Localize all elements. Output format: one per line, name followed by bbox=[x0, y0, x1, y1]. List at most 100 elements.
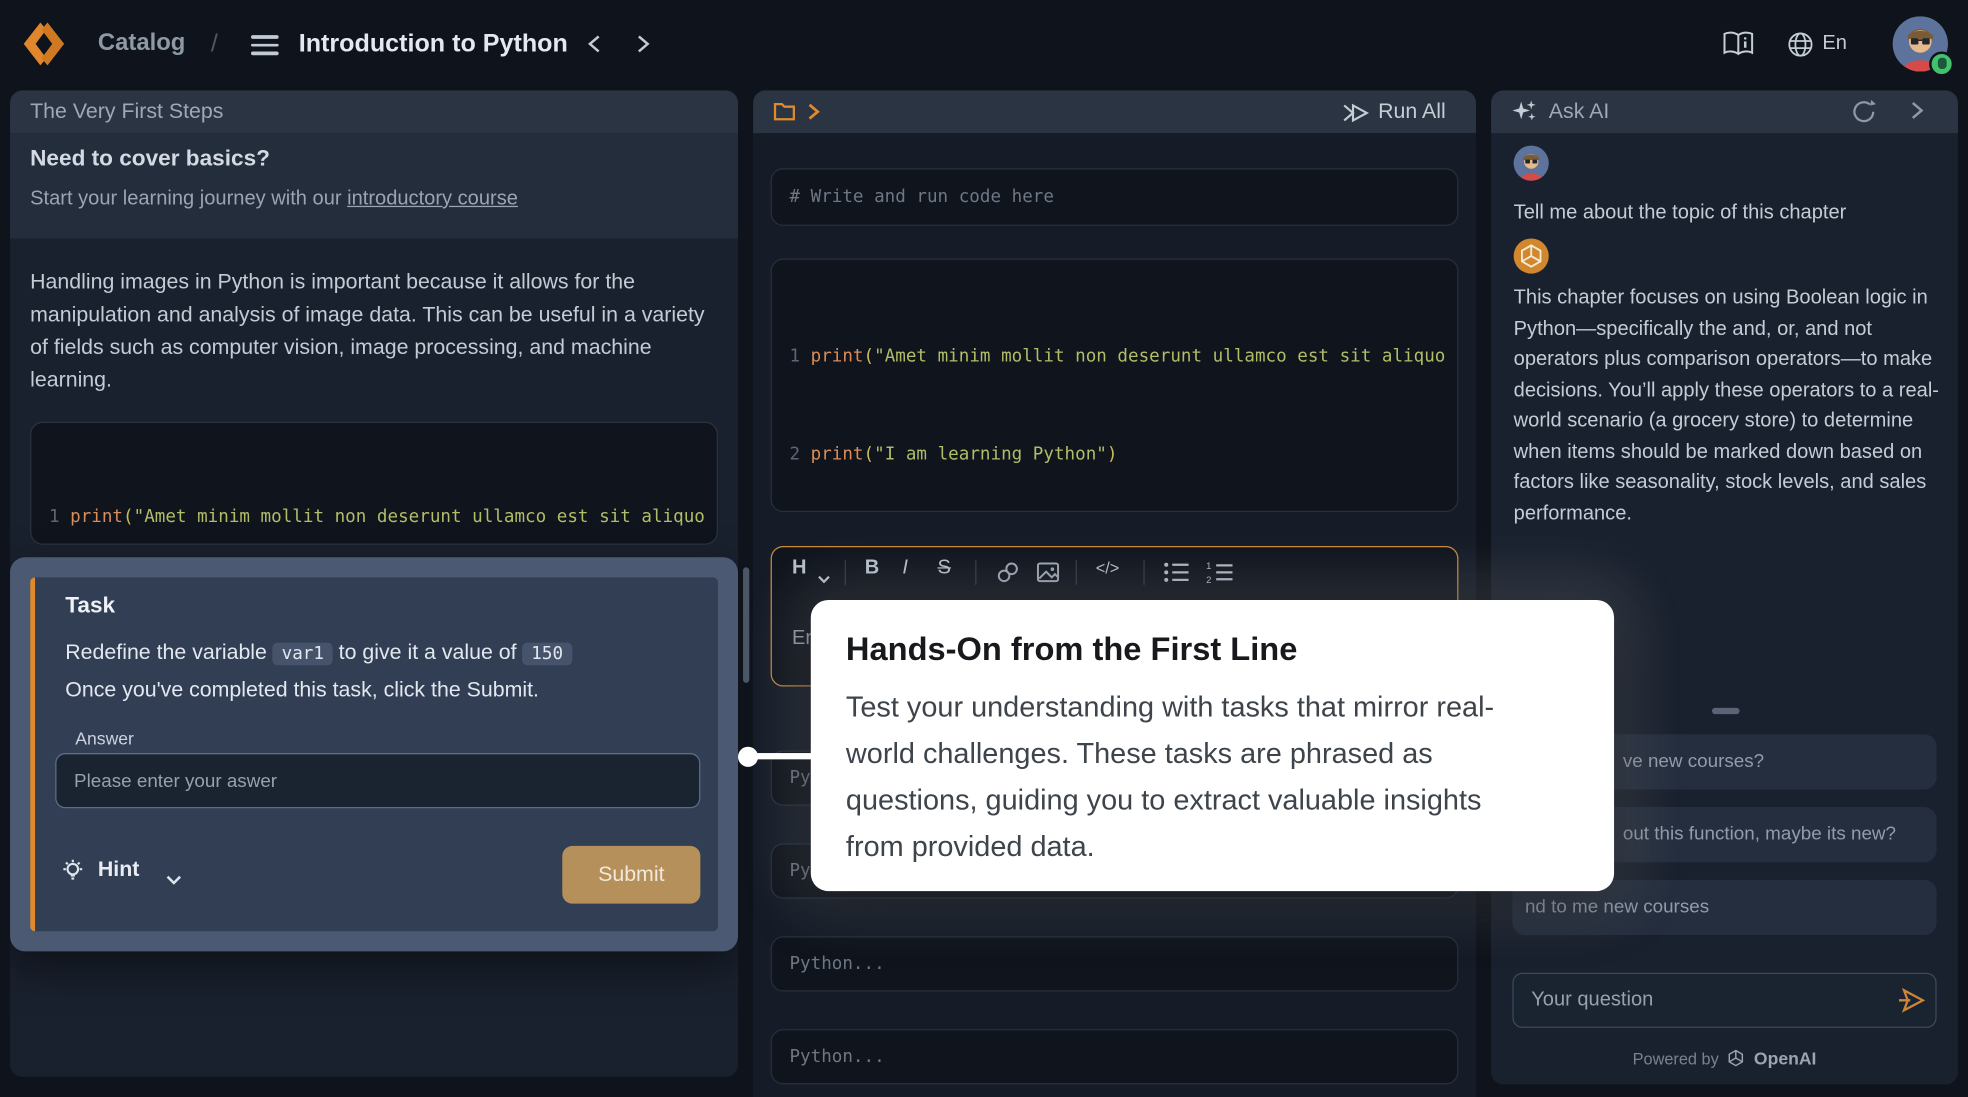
code-format-button[interactable]: </> bbox=[1096, 559, 1120, 578]
scratch-code-input[interactable]: # Write and run code here bbox=[771, 168, 1459, 226]
openai-logo-icon bbox=[1726, 1048, 1746, 1068]
bold-button[interactable]: B bbox=[865, 557, 880, 580]
hint-button[interactable]: Hint bbox=[98, 857, 139, 882]
heading-chevron-down-icon[interactable] bbox=[817, 567, 831, 590]
code-token: ) bbox=[1107, 444, 1118, 464]
svg-text:2: 2 bbox=[1206, 574, 1211, 584]
code-token: "Amet minim mollit non deserunt ullamco … bbox=[134, 507, 705, 527]
lesson-code-block: 1 print("Amet minim mollit non deserunt … bbox=[30, 422, 718, 545]
openai-label: OpenAI bbox=[1754, 1048, 1816, 1068]
ask-ai-panel: Ask AI Tell me about the topic of this c… bbox=[1491, 90, 1958, 1084]
code-line: 1 print("Amet minim mollit non deserunt … bbox=[49, 501, 699, 534]
avatar-status-badge bbox=[1929, 51, 1954, 76]
code-token: print bbox=[811, 346, 864, 366]
tooltip-title: Hands-On from the First Line bbox=[846, 630, 1531, 669]
expand-chevron-icon[interactable] bbox=[806, 102, 821, 128]
code-runner-panel: Run All # Write and run code here 1 prin… bbox=[753, 90, 1476, 1097]
suggestions-drag-handle[interactable] bbox=[1712, 708, 1740, 714]
inline-code-chip: var1 bbox=[273, 643, 333, 666]
code-token: "Amet minim mollit non deserunt ullamco … bbox=[874, 346, 1445, 366]
docs-book-icon[interactable] bbox=[1722, 30, 1755, 64]
code-token: "I am learning Python" bbox=[874, 444, 1107, 464]
task-text: to give it a value of bbox=[333, 640, 523, 664]
submit-button[interactable]: Submit bbox=[562, 846, 700, 904]
heading-format-button[interactable]: H bbox=[792, 557, 807, 580]
lesson-paragraph: Handling images in Python is important b… bbox=[30, 266, 718, 397]
task-card: Task Redefine the variable var1 to give … bbox=[30, 577, 718, 931]
code-line: 2 print("I am learning Python") bbox=[789, 438, 1439, 471]
task-instruction-2: Once you've completed this task, click t… bbox=[65, 678, 705, 703]
question-input-wrap bbox=[1512, 973, 1936, 1028]
breadcrumb-separator: / bbox=[211, 0, 218, 88]
link-icon[interactable] bbox=[995, 560, 1020, 591]
powered-by-text: Powered by bbox=[1633, 1049, 1719, 1068]
ai-assistant-avatar bbox=[1514, 238, 1549, 273]
powered-by: Powered by OpenAI bbox=[1491, 1044, 1958, 1072]
answer-label: Answer bbox=[75, 728, 134, 748]
chapter-menu-icon[interactable] bbox=[251, 35, 279, 59]
introductory-course-link[interactable]: introductory course bbox=[347, 188, 518, 209]
task-text: Redefine the variable bbox=[65, 640, 273, 664]
language-label[interactable]: En bbox=[1822, 0, 1847, 88]
code-token: 2 bbox=[789, 444, 810, 464]
panel-scrollbar[interactable] bbox=[743, 567, 749, 682]
bullet-list-icon[interactable] bbox=[1163, 561, 1191, 590]
run-all-button[interactable]: Run All bbox=[1378, 90, 1446, 133]
numbered-list-icon[interactable]: 12 bbox=[1206, 561, 1234, 590]
svg-text:1: 1 bbox=[1206, 561, 1211, 571]
code-token: print bbox=[811, 444, 864, 464]
toolbar-divider bbox=[975, 560, 976, 585]
ai-chat-message: This chapter focuses on using Boolean lo… bbox=[1514, 284, 1941, 530]
task-spotlight: Task Redefine the variable var1 to give … bbox=[10, 557, 738, 951]
collapse-panel-icon[interactable] bbox=[1908, 98, 1926, 129]
user-chat-message: Tell me about the topic of this chapter bbox=[1514, 198, 1941, 229]
lesson-header: The Very First Steps bbox=[10, 90, 738, 133]
italic-button[interactable]: I bbox=[902, 557, 908, 580]
code-token: ( bbox=[864, 444, 875, 464]
code-token: print bbox=[70, 507, 123, 527]
code-cell[interactable]: 1 print("Amet minim mollit non deserunt … bbox=[771, 259, 1459, 513]
answer-input[interactable] bbox=[55, 753, 700, 808]
toolbar-divider bbox=[845, 560, 846, 585]
toolbar-divider bbox=[1143, 560, 1144, 585]
page-title: Introduction to Python bbox=[299, 0, 568, 88]
inline-code-chip: 150 bbox=[523, 643, 572, 666]
image-icon[interactable] bbox=[1035, 560, 1060, 591]
language-globe-icon[interactable] bbox=[1787, 31, 1813, 64]
task-title: Task bbox=[65, 592, 115, 618]
prev-chapter-button[interactable] bbox=[585, 33, 605, 62]
strikethrough-button[interactable]: S bbox=[938, 557, 951, 580]
ask-ai-title: Ask AI bbox=[1549, 90, 1609, 133]
code-line: 1 print("Amet minim mollit non deserunt … bbox=[789, 340, 1439, 373]
code-cell-source: 1 print("Amet minim mollit non deserunt … bbox=[772, 260, 1457, 512]
python-code-input[interactable]: Python... bbox=[771, 936, 1459, 991]
top-navbar: Catalog / Introduction to Python En bbox=[0, 0, 1968, 88]
next-chapter-button[interactable] bbox=[633, 33, 653, 62]
code-token: ( bbox=[864, 346, 875, 366]
task-instruction-1: Redefine the variable var1 to give it a … bbox=[65, 640, 705, 665]
code-token: 1 bbox=[49, 507, 70, 527]
reset-chat-icon[interactable] bbox=[1850, 98, 1878, 132]
runner-header: Run All bbox=[753, 90, 1476, 133]
onboarding-tooltip: Hands-On from the First Line Test your u… bbox=[811, 600, 1614, 891]
code-token: ( bbox=[123, 507, 134, 527]
app: Catalog / Introduction to Python En The … bbox=[0, 0, 1968, 1097]
breadcrumb-catalog[interactable]: Catalog bbox=[98, 0, 185, 88]
tooltip-connector-dot bbox=[738, 747, 758, 767]
basics-heading: Need to cover basics? bbox=[30, 146, 270, 172]
folder-icon[interactable] bbox=[773, 102, 796, 128]
lesson-title: The Very First Steps bbox=[30, 90, 223, 133]
basics-text: Start your learning journey with our bbox=[30, 188, 347, 209]
hint-bulb-icon[interactable] bbox=[58, 856, 88, 892]
app-logo-icon[interactable] bbox=[20, 21, 68, 72]
sparkles-icon bbox=[1511, 98, 1539, 132]
run-all-icon[interactable] bbox=[1340, 103, 1370, 129]
tooltip-body: Test your understanding with tasks that … bbox=[846, 684, 1531, 870]
send-icon[interactable] bbox=[1894, 987, 1927, 1021]
python-code-input[interactable]: Python... bbox=[771, 1029, 1459, 1084]
ask-ai-question-input[interactable] bbox=[1512, 973, 1936, 1028]
code-token: 1 bbox=[789, 346, 810, 366]
hint-chevron-down-icon[interactable] bbox=[166, 869, 182, 892]
toolbar-divider bbox=[1076, 560, 1077, 585]
ask-ai-header: Ask AI bbox=[1491, 90, 1958, 133]
